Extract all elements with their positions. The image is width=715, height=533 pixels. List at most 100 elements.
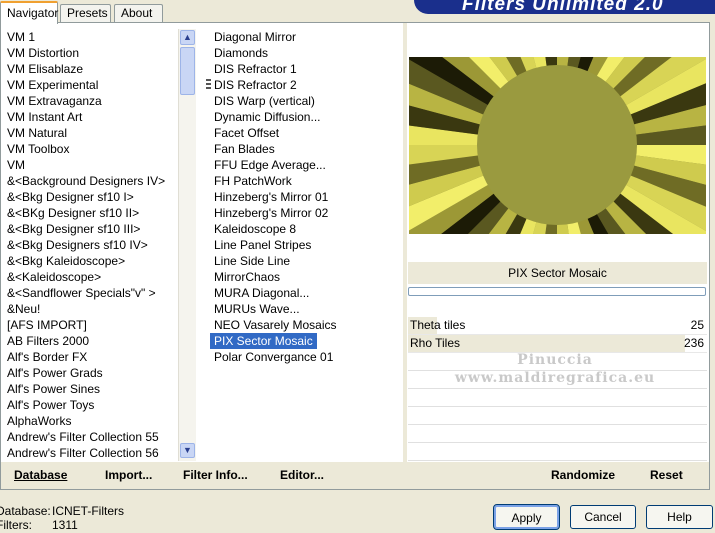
category-label: VM Toolbox bbox=[7, 142, 70, 156]
filter-item[interactable]: Kaleidoscope 8 bbox=[202, 221, 400, 237]
filter-item[interactable]: NEO Vasarely Mosaics bbox=[202, 317, 400, 333]
filter-item[interactable]: MURA Diagonal... bbox=[202, 285, 400, 301]
category-item[interactable]: &<BKg Designer sf10 II> bbox=[1, 205, 177, 221]
apply-button[interactable]: Apply bbox=[493, 504, 560, 530]
category-label: &<Bkg Kaleidoscope> bbox=[7, 254, 126, 268]
filter-item[interactable]: PIX Sector Mosaic bbox=[202, 333, 400, 349]
category-label: &Neu! bbox=[7, 302, 41, 316]
filter-label: DIS Warp (vertical) bbox=[214, 94, 315, 108]
scroll-up-icon[interactable]: ▲ bbox=[180, 30, 195, 45]
watermark-line-2: www.maldiregrafica.eu bbox=[454, 370, 656, 386]
tab-about[interactable]: About bbox=[114, 4, 163, 22]
category-item[interactable]: [AFS IMPORT] bbox=[1, 317, 177, 333]
category-item[interactable]: &<Bkg Designers sf10 IV> bbox=[1, 237, 177, 253]
import-button[interactable]: Import... bbox=[105, 462, 152, 488]
category-list[interactable]: VM 1 VM Distortion VM Elisablaze VM Experim… bbox=[1, 29, 177, 461]
filter-item[interactable]: MirrorChaos bbox=[202, 269, 400, 285]
filter-label: Fan Blades bbox=[214, 142, 275, 156]
param-rho-tiles[interactable]: Rho Tiles 236 bbox=[408, 335, 707, 353]
category-label: &<Bkg Designer sf10 I> bbox=[7, 190, 134, 204]
filter-item[interactable]: Hinzeberg's Mirror 02 bbox=[202, 205, 400, 221]
category-item[interactable]: Andrew's Filter Collection 56 bbox=[1, 445, 177, 461]
filter-item[interactable]: DIS Refractor 1 bbox=[202, 61, 400, 77]
category-scrollbar[interactable]: ▲ ▼ bbox=[178, 29, 196, 461]
filter-item[interactable]: Line Side Line bbox=[202, 253, 400, 269]
category-label: VM Elisablaze bbox=[7, 62, 84, 76]
filter-item[interactable]: Dynamic Diffusion... bbox=[202, 109, 400, 125]
status-database-value: ICNET-Filters bbox=[52, 504, 124, 518]
status-filters-value: 1311 bbox=[52, 518, 78, 532]
category-label: AlphaWorks bbox=[7, 414, 72, 428]
filter-label: Hinzeberg's Mirror 02 bbox=[214, 206, 329, 220]
editor-button[interactable]: Editor... bbox=[280, 462, 324, 488]
category-item[interactable]: VM Distortion bbox=[1, 45, 177, 61]
category-item[interactable]: &<Bkg Kaleidoscope> bbox=[1, 253, 177, 269]
category-label: Andrew's Filter Collection 55 bbox=[7, 430, 159, 444]
category-item[interactable]: VM Natural bbox=[1, 125, 177, 141]
filter-item[interactable]: Polar Convergance 01 bbox=[202, 349, 400, 365]
category-label: [AFS IMPORT] bbox=[7, 318, 87, 332]
filter-item[interactable]: DIS Warp (vertical) bbox=[202, 93, 400, 109]
category-label: &<Sandflower Specials"v" > bbox=[7, 286, 156, 300]
status-database-label: Database: bbox=[0, 504, 51, 518]
scroll-thumb[interactable] bbox=[180, 47, 195, 95]
category-item[interactable]: &<Bkg Designer sf10 I> bbox=[1, 189, 177, 205]
tab-presets[interactable]: Presets bbox=[60, 4, 111, 22]
filter-item[interactable]: Hinzeberg's Mirror 01 bbox=[202, 189, 400, 205]
filter-item[interactable]: Diagonal Mirror bbox=[202, 29, 400, 45]
filter-label: DIS Refractor 1 bbox=[214, 62, 297, 76]
category-label: Alf's Power Grads bbox=[7, 366, 103, 380]
category-item[interactable]: VM Elisablaze bbox=[1, 61, 177, 77]
category-item[interactable]: &<Bkg Designer sf10 III> bbox=[1, 221, 177, 237]
category-item[interactable]: &<Background Designers IV> bbox=[1, 173, 177, 189]
randomize-button[interactable]: Randomize bbox=[551, 462, 615, 488]
reset-button[interactable]: Reset bbox=[650, 462, 683, 488]
scroll-down-icon[interactable]: ▼ bbox=[180, 443, 195, 458]
help-button[interactable]: Help bbox=[646, 505, 713, 529]
category-label: &<Background Designers IV> bbox=[7, 174, 166, 188]
category-item[interactable]: VM Toolbox bbox=[1, 141, 177, 157]
category-item[interactable]: VM Experimental bbox=[1, 77, 177, 93]
filter-label: Dynamic Diffusion... bbox=[214, 110, 321, 124]
category-label: Alf's Power Toys bbox=[7, 398, 95, 412]
filter-item[interactable]: Diamonds bbox=[202, 45, 400, 61]
category-item[interactable]: &<Kaleidoscope> bbox=[1, 269, 177, 285]
category-label: VM Distortion bbox=[7, 46, 80, 60]
category-label: VM Experimental bbox=[7, 78, 99, 92]
category-item[interactable]: &Neu! bbox=[1, 301, 177, 317]
category-item[interactable]: Andrew's Filter Collection 55 bbox=[1, 429, 177, 445]
category-item[interactable]: Alf's Power Sines bbox=[1, 381, 177, 397]
category-item[interactable]: Alf's Power Toys bbox=[1, 397, 177, 413]
tab-navigator[interactable]: Navigator bbox=[0, 1, 58, 24]
filter-list[interactable]: Diagonal Mirror Diamonds DIS Refractor 1 DI… bbox=[202, 29, 400, 461]
category-label: VM 1 bbox=[7, 30, 36, 44]
filter-label: FFU Edge Average... bbox=[214, 158, 326, 172]
filter-item[interactable]: Line Panel Stripes bbox=[202, 237, 400, 253]
category-item[interactable]: VM Instant Art bbox=[1, 109, 177, 125]
database-button[interactable]: Database bbox=[14, 462, 67, 488]
brand-title: Filters Unlimited 2.0 bbox=[462, 0, 664, 14]
category-label: &<Bkg Designer sf10 III> bbox=[7, 222, 141, 236]
filter-item[interactable]: Facet Offset bbox=[202, 125, 400, 141]
category-item[interactable]: Alf's Border FX bbox=[1, 349, 177, 365]
category-item[interactable]: Alf's Power Grads bbox=[1, 365, 177, 381]
category-item[interactable]: VM Extravaganza bbox=[1, 93, 177, 109]
category-item[interactable]: AlphaWorks bbox=[1, 413, 177, 429]
filter-item[interactable]: FH PatchWork bbox=[202, 173, 400, 189]
filter-info-button[interactable]: Filter Info... bbox=[183, 462, 248, 488]
filter-label: Diamonds bbox=[214, 46, 269, 60]
category-item[interactable]: AB Filters 2000 bbox=[1, 333, 177, 349]
category-item[interactable]: VM bbox=[1, 157, 177, 173]
filter-label: Facet Offset bbox=[214, 126, 280, 140]
param-value: 236 bbox=[683, 336, 704, 350]
category-item[interactable]: &<Sandflower Specials"v" > bbox=[1, 285, 177, 301]
param-theta-tiles[interactable]: Theta tiles 25 bbox=[408, 317, 707, 335]
filter-item[interactable]: MURUs Wave... bbox=[202, 301, 400, 317]
filter-item[interactable]: DIS Refractor 2 bbox=[202, 77, 400, 93]
category-item[interactable]: VM 1 bbox=[1, 29, 177, 45]
cancel-button[interactable]: Cancel bbox=[570, 505, 636, 529]
category-label: Andrew's Filter Collection 56 bbox=[7, 446, 159, 460]
filter-item[interactable]: Fan Blades bbox=[202, 141, 400, 157]
filter-item[interactable]: FFU Edge Average... bbox=[202, 157, 400, 173]
category-label: AB Filters 2000 bbox=[7, 334, 90, 348]
